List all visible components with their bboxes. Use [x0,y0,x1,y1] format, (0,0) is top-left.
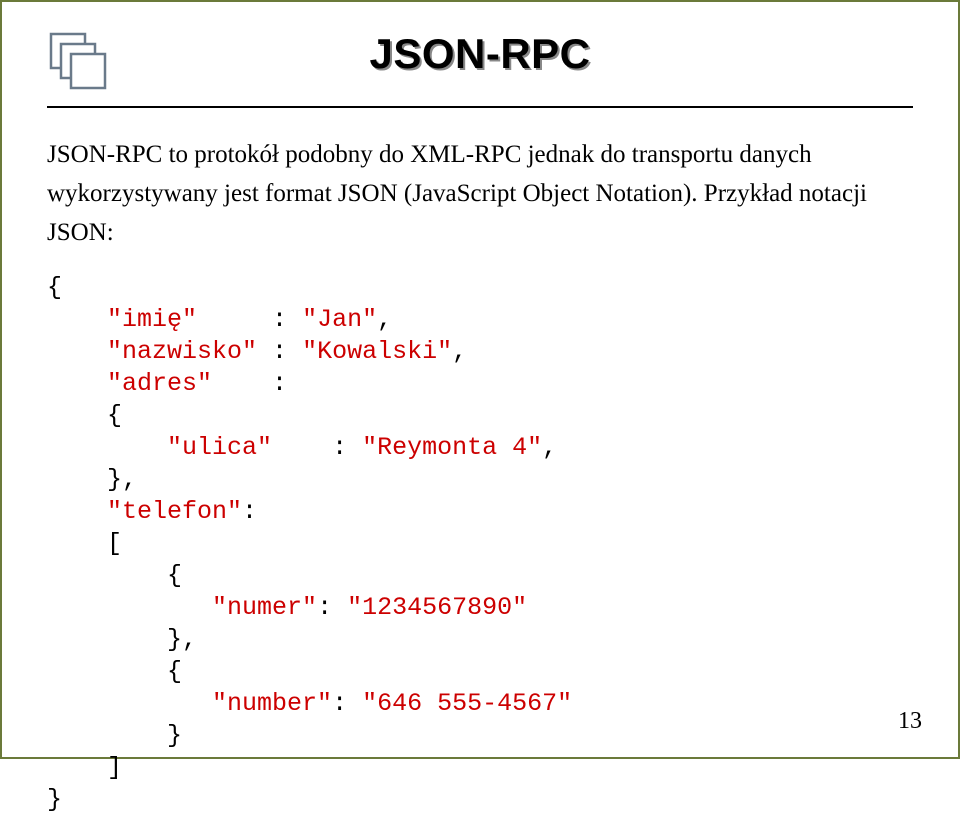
code-example: { "imię" : "Jan", "nazwisko" : "Kowalski… [47,272,913,816]
logo-icon [47,30,109,92]
slide-title: JSON-RPC [369,30,590,78]
slide-header: JSON-RPC [47,30,913,92]
divider [47,106,913,108]
body-paragraph: JSON-RPC to protokół podobny do XML-RPC … [47,136,913,252]
page-number: 13 [898,708,922,735]
